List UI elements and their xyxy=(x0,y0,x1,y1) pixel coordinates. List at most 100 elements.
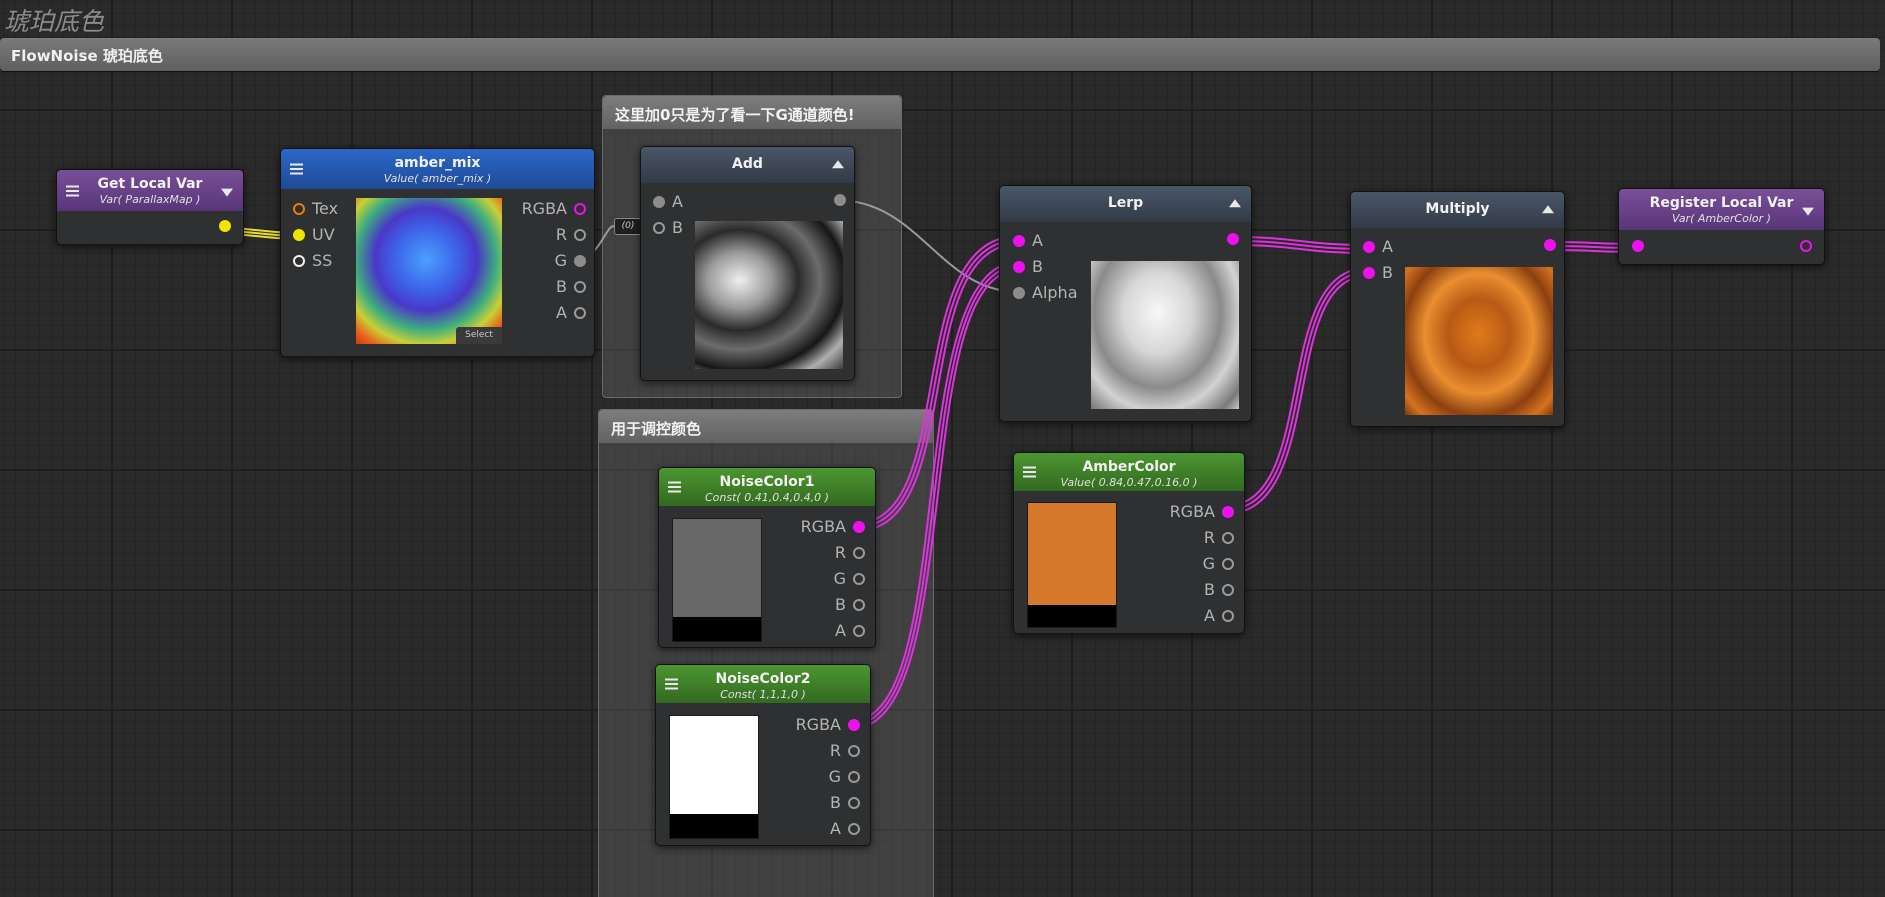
collapse-icon[interactable] xyxy=(1229,199,1241,208)
port-a[interactable]: A xyxy=(653,192,683,211)
port-dot-icon[interactable] xyxy=(293,202,305,215)
node-header[interactable]: NoiseColor2 Const( 1,1,1,0 ) xyxy=(656,665,870,703)
port-dot-icon[interactable] xyxy=(848,796,860,809)
port-dot-icon[interactable] xyxy=(1800,240,1812,252)
port-dot-icon[interactable] xyxy=(848,744,860,757)
port-dot-icon[interactable] xyxy=(834,194,846,206)
port-dot-icon[interactable] xyxy=(853,624,865,637)
node-header[interactable]: NoiseColor1 Const( 0.41,0.4,0.4,0 ) xyxy=(659,468,875,506)
port-dot-icon[interactable] xyxy=(1544,239,1556,251)
collapse-icon[interactable] xyxy=(1542,205,1554,214)
port-dot-icon[interactable] xyxy=(574,306,586,319)
port-dot-icon[interactable] xyxy=(853,598,865,611)
port-input[interactable] xyxy=(1632,240,1651,252)
port-output[interactable] xyxy=(1220,233,1239,245)
port-output[interactable] xyxy=(1793,240,1812,252)
port-dot-icon[interactable] xyxy=(219,220,231,232)
port-b[interactable]: B xyxy=(1013,257,1043,276)
menu-icon[interactable] xyxy=(1023,466,1036,478)
port-alpha[interactable]: Alpha xyxy=(1013,283,1078,302)
port-r[interactable]: R xyxy=(556,225,586,244)
node-header[interactable]: Multiply xyxy=(1351,192,1564,228)
port-dot-icon[interactable] xyxy=(1632,240,1644,252)
reroute-zero[interactable]: (0) xyxy=(614,218,642,235)
port-g[interactable]: G xyxy=(555,251,586,270)
node-multiply[interactable]: Multiply A B xyxy=(1350,191,1565,427)
port-rgba[interactable]: RGBA xyxy=(796,715,860,734)
port-a[interactable]: A xyxy=(835,621,865,640)
dropdown-icon[interactable] xyxy=(221,188,233,197)
menu-icon[interactable] xyxy=(668,481,681,493)
port-g[interactable]: G xyxy=(834,569,865,588)
port-dot-icon[interactable] xyxy=(1222,505,1234,518)
node-header[interactable]: Get Local Var Var( ParallaxMap ) xyxy=(57,170,243,211)
dropdown-icon[interactable] xyxy=(1802,207,1814,216)
color-swatch[interactable] xyxy=(672,518,762,642)
port-a[interactable]: A xyxy=(1363,237,1393,256)
port-b[interactable]: B xyxy=(556,277,586,296)
node-graph-canvas[interactable]: 琥珀底色 FlowNoise 琥珀底色 这里加0只是为了看一下G通道颜色! 用于… xyxy=(0,0,1885,897)
port-dot-icon[interactable] xyxy=(653,195,665,208)
port-dot-icon[interactable] xyxy=(653,221,665,234)
port-rgba[interactable]: RGBA xyxy=(522,199,586,218)
port-dot-icon[interactable] xyxy=(1363,266,1375,279)
port-b[interactable]: B xyxy=(830,793,860,812)
node-header[interactable]: Register Local Var Var( AmberColor ) xyxy=(1619,189,1824,230)
texture-preview[interactable]: Select xyxy=(356,198,502,344)
port-g[interactable]: G xyxy=(829,767,860,786)
port-output[interactable] xyxy=(827,194,846,206)
port-output[interactable] xyxy=(212,220,231,232)
menu-icon[interactable] xyxy=(66,185,79,196)
port-r[interactable]: R xyxy=(1204,528,1234,547)
port-dot-icon[interactable] xyxy=(574,202,586,215)
color-swatch[interactable] xyxy=(1027,502,1117,628)
port-tex[interactable]: Tex xyxy=(293,199,338,218)
port-dot-icon[interactable] xyxy=(853,520,865,533)
node-get-local-var[interactable]: Get Local Var Var( ParallaxMap ) xyxy=(56,169,244,245)
port-dot-icon[interactable] xyxy=(1013,286,1025,299)
port-dot-icon[interactable] xyxy=(293,254,305,267)
port-a[interactable]: A xyxy=(556,303,586,322)
port-dot-icon[interactable] xyxy=(848,822,860,835)
port-dot-icon[interactable] xyxy=(574,254,586,267)
port-b[interactable]: B xyxy=(653,218,683,237)
port-a[interactable]: A xyxy=(1013,231,1043,250)
port-output[interactable] xyxy=(1537,239,1556,251)
node-amber-mix[interactable]: amber_mix Value( amber_mix ) Tex UV SS S… xyxy=(280,148,595,357)
port-dot-icon[interactable] xyxy=(853,546,865,559)
port-dot-icon[interactable] xyxy=(848,770,860,783)
menu-icon[interactable] xyxy=(290,163,303,175)
node-header[interactable]: Add xyxy=(641,147,854,183)
port-r[interactable]: R xyxy=(835,543,865,562)
port-g[interactable]: G xyxy=(1203,554,1234,573)
port-ss[interactable]: SS xyxy=(293,251,332,270)
port-dot-icon[interactable] xyxy=(574,280,586,293)
port-r[interactable]: R xyxy=(830,741,860,760)
port-rgba[interactable]: RGBA xyxy=(1170,502,1234,521)
port-a[interactable]: A xyxy=(830,819,860,838)
color-swatch[interactable] xyxy=(669,715,759,839)
port-dot-icon[interactable] xyxy=(1227,233,1239,245)
node-header[interactable]: Lerp xyxy=(1000,186,1251,222)
port-dot-icon[interactable] xyxy=(293,228,305,241)
port-b[interactable]: B xyxy=(835,595,865,614)
port-dot-icon[interactable] xyxy=(574,228,586,241)
port-dot-icon[interactable] xyxy=(848,718,860,731)
node-noise-color1[interactable]: NoiseColor1 Const( 0.41,0.4,0.4,0 ) RGBA… xyxy=(658,467,876,648)
port-dot-icon[interactable] xyxy=(1222,531,1234,544)
select-button[interactable]: Select xyxy=(456,327,502,344)
port-dot-icon[interactable] xyxy=(1013,234,1025,247)
port-dot-icon[interactable] xyxy=(1222,609,1234,622)
node-register-local-var[interactable]: Register Local Var Var( AmberColor ) xyxy=(1618,188,1825,265)
port-dot-icon[interactable] xyxy=(1222,583,1234,596)
port-a[interactable]: A xyxy=(1204,606,1234,625)
port-b[interactable]: B xyxy=(1363,263,1393,282)
node-header[interactable]: amber_mix Value( amber_mix ) xyxy=(281,149,594,189)
node-header[interactable]: AmberColor Value( 0.84,0.47,0.16,0 ) xyxy=(1014,453,1244,491)
port-b[interactable]: B xyxy=(1204,580,1234,599)
collapse-icon[interactable] xyxy=(832,160,844,169)
node-lerp[interactable]: Lerp A B Alpha xyxy=(999,185,1252,422)
port-dot-icon[interactable] xyxy=(1363,240,1375,253)
node-add[interactable]: Add A B xyxy=(640,146,855,381)
port-dot-icon[interactable] xyxy=(853,572,865,585)
